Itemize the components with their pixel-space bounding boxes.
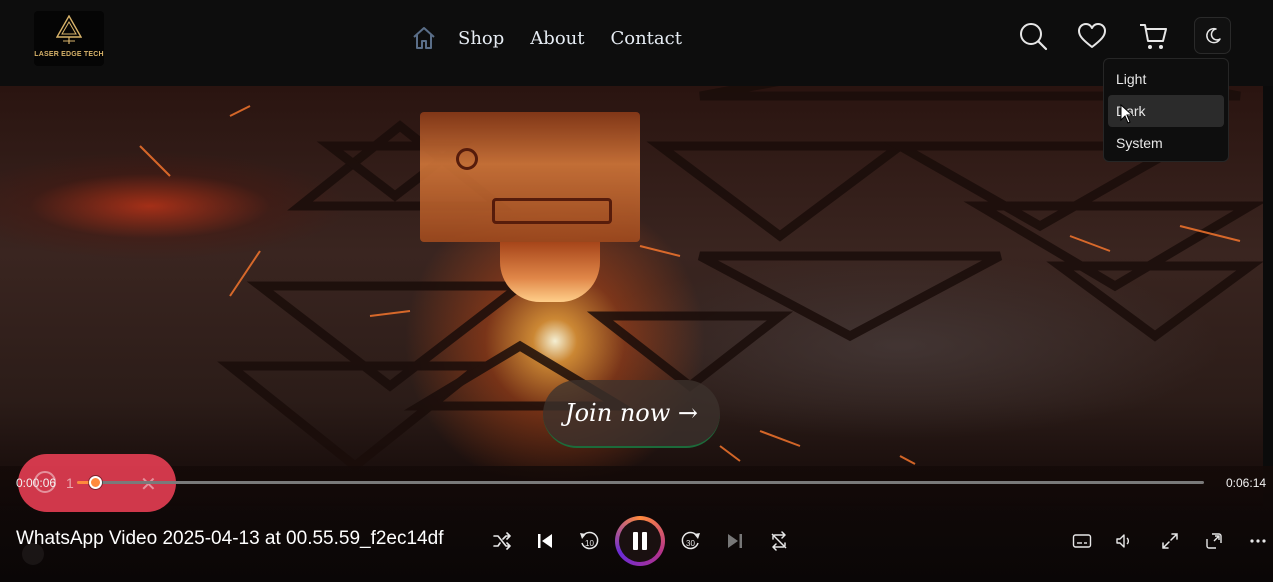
svg-text:30: 30 <box>686 539 695 548</box>
forward-30-button[interactable]: 30 <box>677 527 705 555</box>
moon-icon <box>1205 27 1221 43</box>
video-title: WhatsApp Video 2025-04-13 at 00.55.59_f2… <box>16 528 444 549</box>
theme-option-light[interactable]: Light <box>1108 63 1224 95</box>
current-time: 0:00:06 <box>16 476 57 490</box>
site-navbar: LASER EDGE TECH Shop About Contact <box>0 0 1273 86</box>
fullscreen-icon <box>1162 533 1178 549</box>
duration-time: 0:06:14 <box>1226 476 1267 490</box>
seek-bar-thumb[interactable] <box>89 476 103 489</box>
main-nav: Shop About Contact <box>410 22 708 54</box>
previous-button[interactable] <box>531 527 559 555</box>
repeat-off-icon <box>771 531 787 551</box>
logo-text: LASER EDGE TECH <box>34 51 104 58</box>
rewind-10-icon: 10 <box>580 531 599 550</box>
mini-player-icon <box>1206 533 1222 549</box>
laser-nozzle <box>500 242 600 302</box>
fullscreen-button[interactable] <box>1156 527 1184 555</box>
pause-button-inner <box>619 520 661 562</box>
shuffle-button[interactable] <box>488 527 516 555</box>
join-now-label: Join now → <box>564 399 699 427</box>
next-icon <box>728 534 742 548</box>
hero-banner: Join now → <box>0 86 1263 506</box>
join-now-button[interactable]: Join now → <box>543 380 720 448</box>
forward-30-icon: 30 <box>681 531 700 550</box>
volume-icon <box>1116 534 1129 548</box>
wishlist-button[interactable] <box>1075 19 1109 53</box>
theme-option-system[interactable]: System <box>1108 127 1224 159</box>
nav-link-shop[interactable]: Shop <box>458 28 504 49</box>
search-icon <box>1020 23 1048 51</box>
pause-button[interactable] <box>615 516 665 566</box>
toast-count: 1 <box>66 475 74 491</box>
home-icon <box>413 27 435 49</box>
cutter-bolt <box>456 148 478 170</box>
captions-button[interactable] <box>1068 527 1096 555</box>
theme-toggle-button[interactable] <box>1194 17 1231 54</box>
site-logo[interactable]: LASER EDGE TECH <box>34 11 104 66</box>
previous-icon <box>538 534 552 548</box>
repeat-button[interactable] <box>765 527 793 555</box>
heart-icon <box>1078 23 1106 48</box>
pause-icon <box>633 532 647 550</box>
corner-badge-icon <box>22 543 44 565</box>
cart-icon <box>1140 24 1167 49</box>
captions-icon <box>1072 534 1092 548</box>
more-icon <box>1250 539 1266 543</box>
more-options-button[interactable] <box>1244 527 1272 555</box>
shuffle-icon <box>493 532 511 550</box>
logo-emblem-icon <box>56 15 82 44</box>
nav-home[interactable] <box>410 22 438 54</box>
seek-bar[interactable] <box>77 476 1204 489</box>
next-button[interactable] <box>721 527 749 555</box>
nav-link-about[interactable]: About <box>530 28 584 49</box>
nav-link-contact[interactable]: Contact <box>610 28 681 49</box>
laser-cutter-head <box>420 112 640 242</box>
search-button[interactable] <box>1016 19 1050 53</box>
volume-button[interactable] <box>1110 527 1138 555</box>
mouse-cursor-icon <box>1120 104 1134 124</box>
cutter-slot <box>492 198 612 224</box>
rewind-10-button[interactable]: 10 <box>575 527 603 555</box>
toast-close-icon[interactable]: ✕ <box>140 472 157 496</box>
svg-text:10: 10 <box>585 539 594 548</box>
cart-button[interactable] <box>1136 19 1170 53</box>
mini-player-button[interactable] <box>1200 527 1228 555</box>
